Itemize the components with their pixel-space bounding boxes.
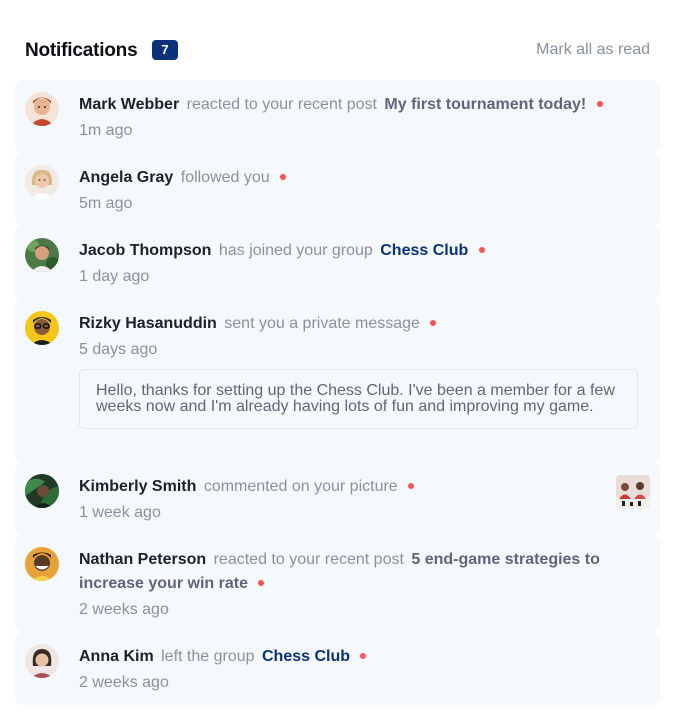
notification-item[interactable]: Nathan Peterson reacted to your recent p… <box>15 535 660 632</box>
user-name[interactable]: Nathan Peterson <box>79 551 206 568</box>
user-name[interactable]: Jacob Thompson <box>79 242 211 259</box>
timestamp: 2 weeks ago <box>79 601 169 618</box>
unread-dot <box>430 319 437 326</box>
post-link[interactable]: My first tournament today! <box>384 96 586 113</box>
user-name[interactable]: Kimberly Smith <box>79 478 196 495</box>
unread-dot <box>258 579 265 586</box>
action-text: has joined your group <box>218 242 373 259</box>
timestamp: 5m ago <box>79 195 133 212</box>
notifications-header: Notifications 7 Mark all as read <box>25 38 650 64</box>
unread-dot <box>280 173 287 180</box>
notification-list: Mark Webber reacted to your recent post … <box>15 80 660 705</box>
timestamp: 2 weeks ago <box>79 674 169 691</box>
user-name[interactable]: Rizky Hasanuddin <box>79 315 217 332</box>
notification-item[interactable]: Rizky Hasanuddin sent you a private mess… <box>15 299 660 462</box>
commented-picture-thumbnail[interactable] <box>616 475 650 509</box>
avatar[interactable] <box>25 547 59 581</box>
avatar[interactable] <box>25 165 59 199</box>
action-text: sent you a private message <box>224 315 420 332</box>
avatar[interactable] <box>25 474 59 508</box>
private-message-preview[interactable]: Hello, thanks for setting up the Chess C… <box>79 369 638 429</box>
unread-dot <box>478 246 485 253</box>
avatar[interactable] <box>25 644 59 678</box>
notification-item[interactable]: Mark Webber reacted to your recent post … <box>15 80 660 153</box>
notification-item[interactable]: Kimberly Smith commented on your picture… <box>15 462 660 535</box>
page-title: Notifications <box>25 40 138 61</box>
user-name[interactable]: Anna Kim <box>79 648 154 665</box>
unread-dot <box>408 482 415 489</box>
action-text: reacted to your recent post <box>186 96 377 113</box>
timestamp: 1 day ago <box>79 268 150 285</box>
action-text: left the group <box>161 648 255 665</box>
group-link[interactable]: Chess Club <box>262 648 350 665</box>
mark-all-as-read-button[interactable]: Mark all as read <box>536 41 650 59</box>
notification-item[interactable]: Jacob Thompson has joined your group Che… <box>15 226 660 299</box>
unread-dot <box>360 652 367 659</box>
avatar[interactable] <box>25 92 59 126</box>
action-text: reacted to your recent post <box>213 551 404 568</box>
avatar[interactable] <box>25 238 59 272</box>
group-link[interactable]: Chess Club <box>380 242 468 259</box>
notifications-card: Notifications 7 Mark all as read Mark We… <box>0 0 674 724</box>
timestamp: 1 week ago <box>79 504 161 521</box>
timestamp: 5 days ago <box>79 341 158 358</box>
timestamp: 1m ago <box>79 122 133 139</box>
unread-count-badge: 7 <box>152 40 178 60</box>
user-name[interactable]: Angela Gray <box>79 169 173 186</box>
action-text: commented on your picture <box>203 478 398 495</box>
notification-item[interactable]: Angela Gray followed you 5m ago <box>15 153 660 226</box>
notification-item[interactable]: Anna Kim left the group Chess Club 2 wee… <box>15 632 660 705</box>
action-text: followed you <box>180 169 270 186</box>
avatar[interactable] <box>25 311 59 345</box>
unread-dot <box>596 100 603 107</box>
user-name[interactable]: Mark Webber <box>79 96 179 113</box>
